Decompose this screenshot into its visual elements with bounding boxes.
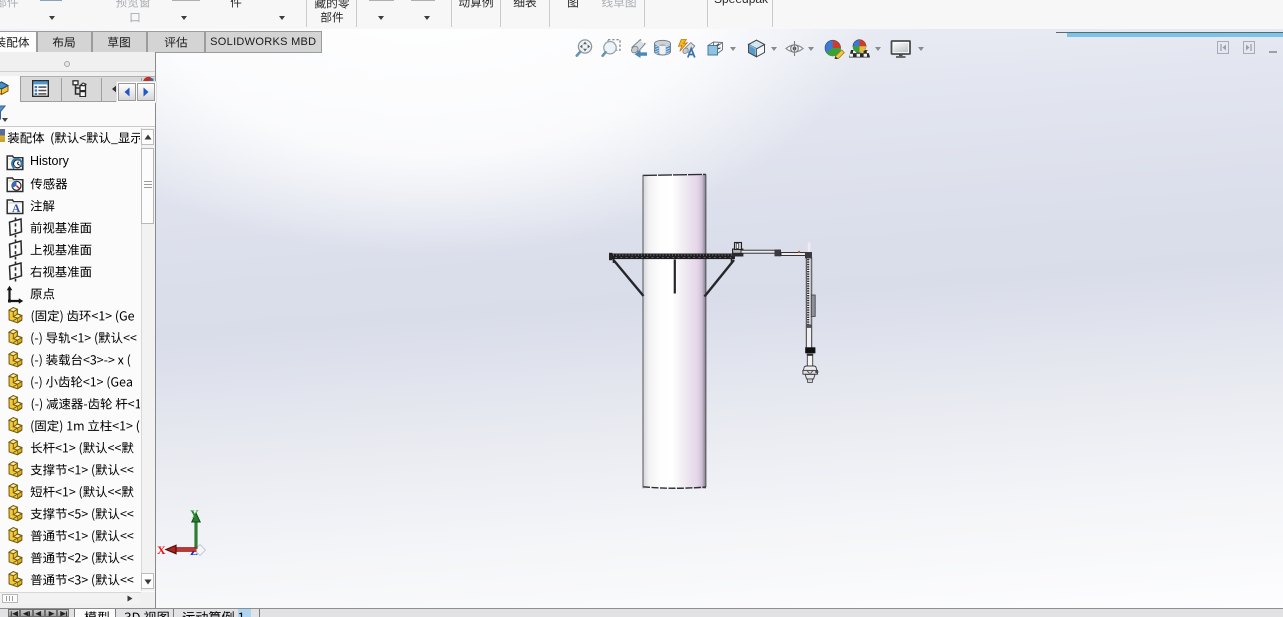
svg-text:A: A (12, 203, 21, 215)
